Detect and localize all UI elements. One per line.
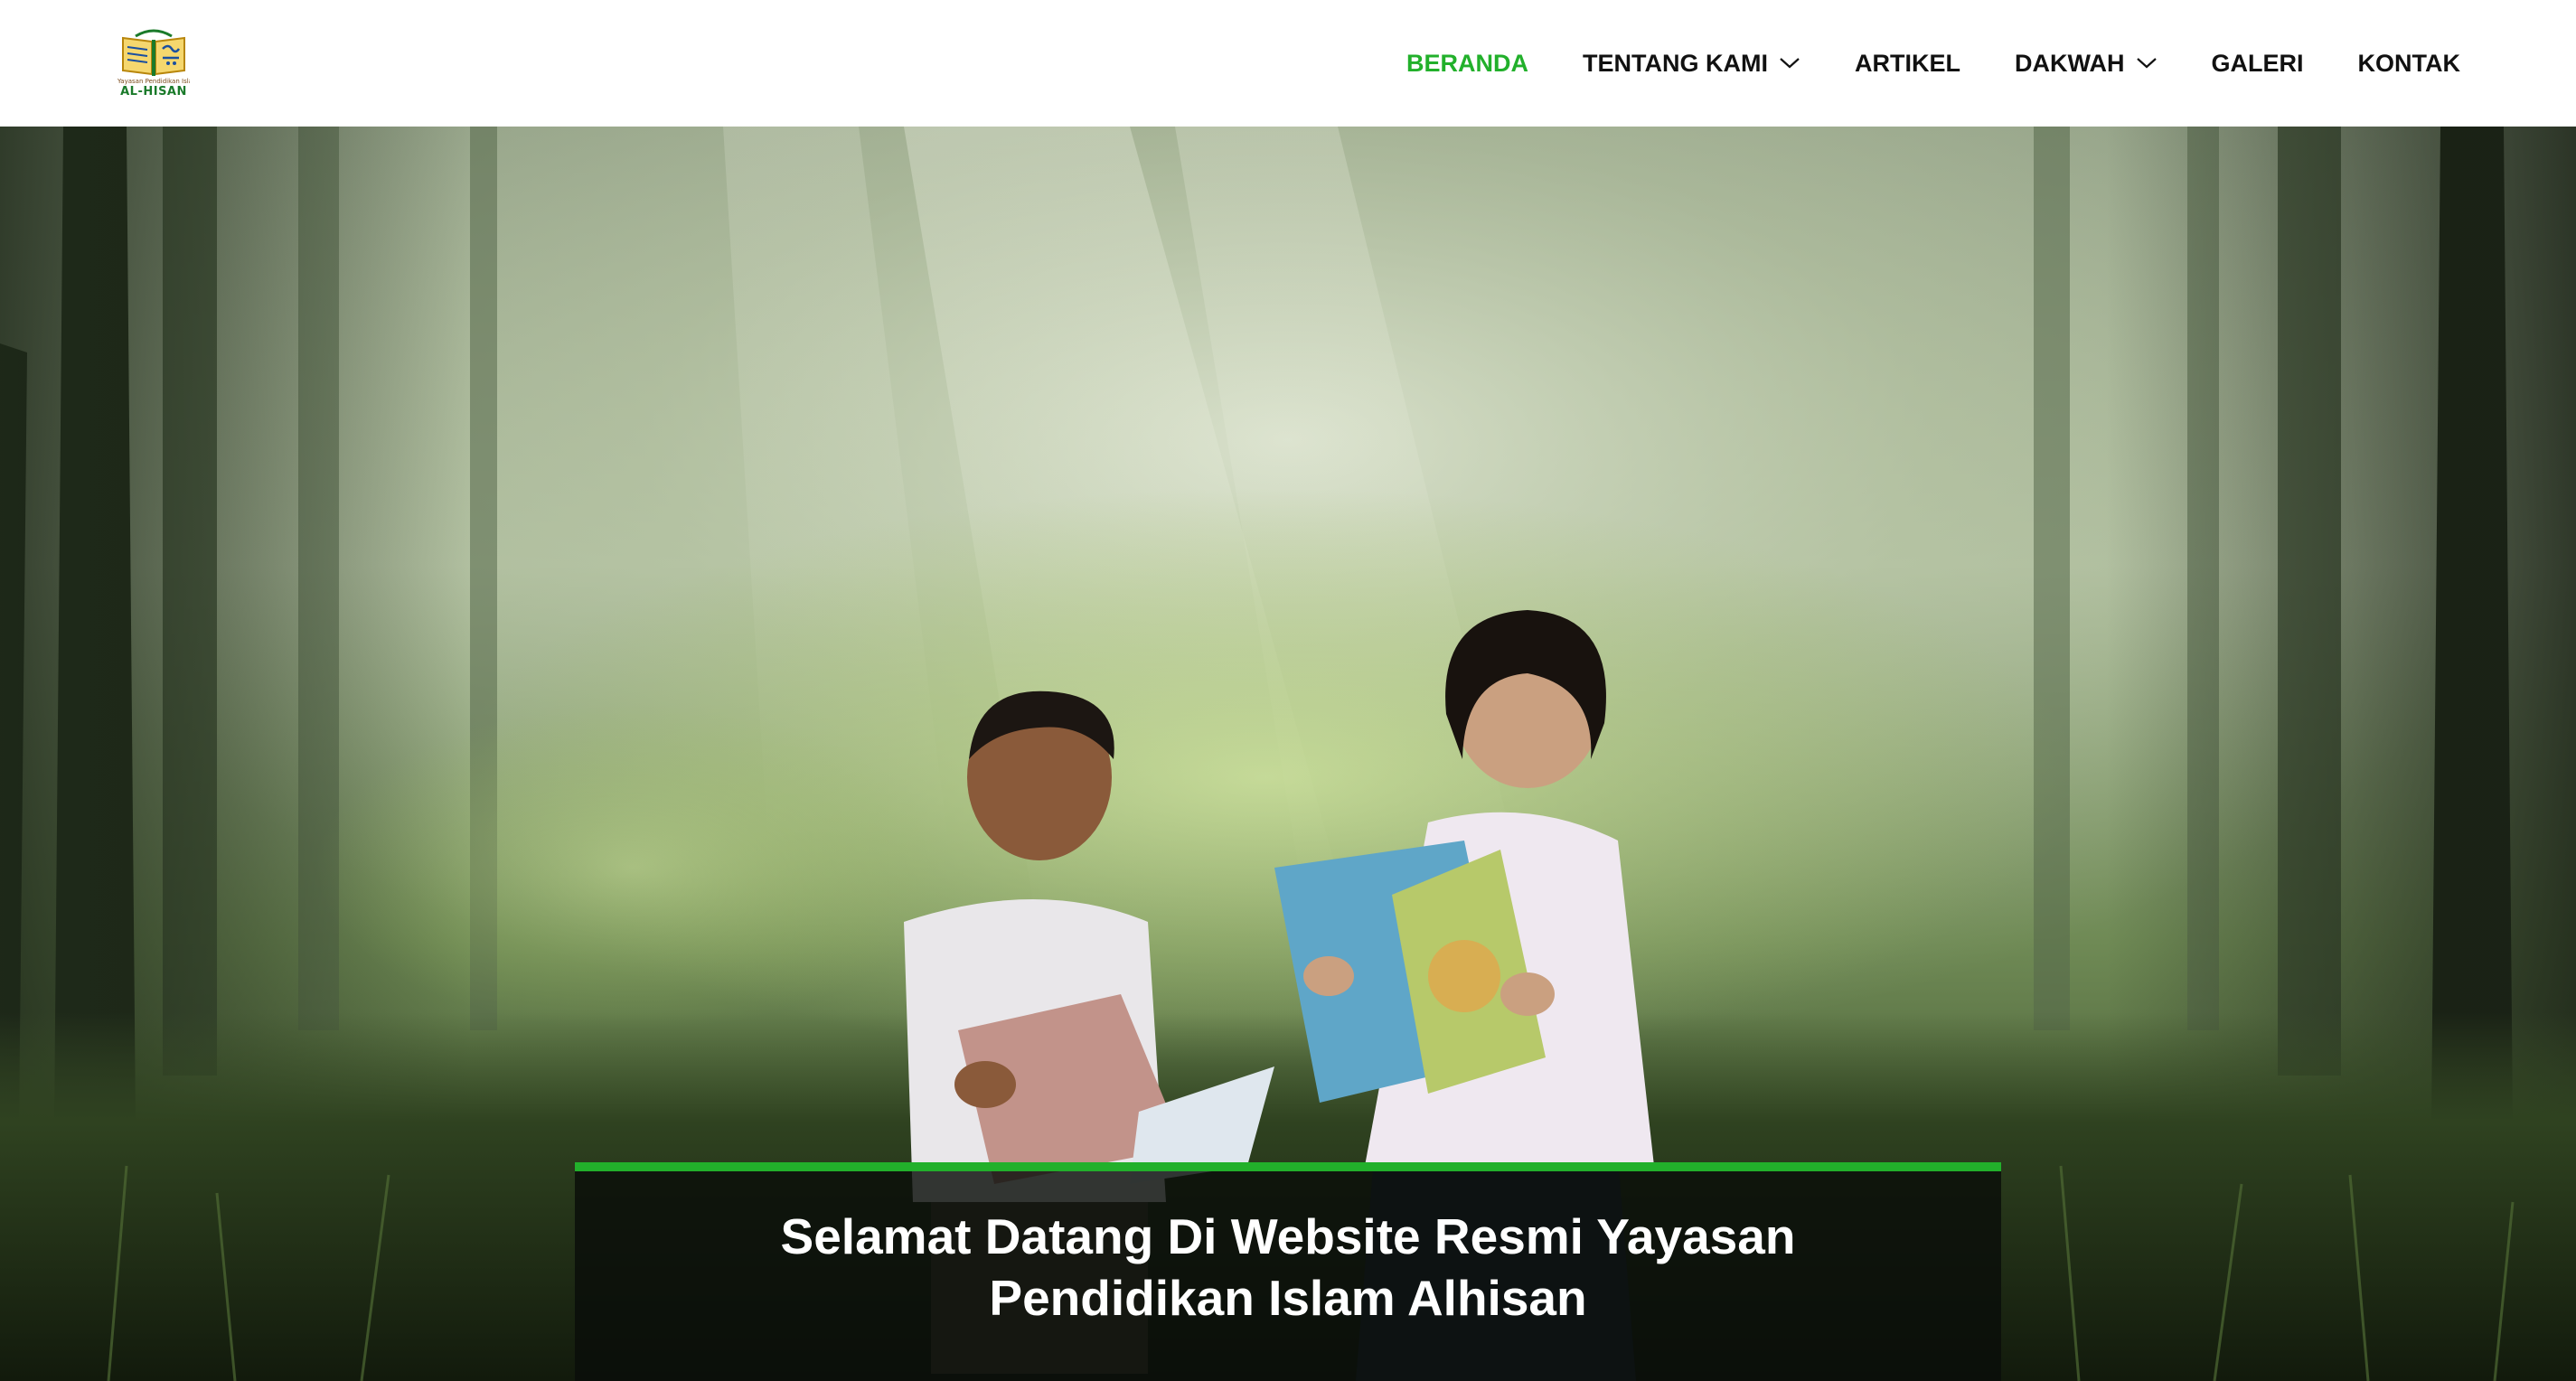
nav-item-label: BERANDA bbox=[1406, 49, 1529, 77]
nav-item-tentang-kami[interactable]: TENTANG KAMI bbox=[1583, 50, 1800, 78]
logo-subtitle: Yayasan Pendidikan Islam bbox=[118, 78, 190, 85]
nav-item-label: DAKWAH bbox=[2015, 49, 2125, 77]
nav-item-label: GALERI bbox=[2211, 49, 2304, 77]
nav-item-label: ARTIKEL bbox=[1855, 49, 1960, 77]
chevron-down-icon bbox=[2136, 57, 2158, 70]
nav-item-beranda[interactable]: BERANDA bbox=[1406, 50, 1528, 78]
chevron-down-icon bbox=[1779, 57, 1800, 70]
site-header: Yayasan Pendidikan Islam AL-HISAN BERAND… bbox=[0, 0, 2576, 127]
open-book-logo-icon bbox=[122, 29, 185, 76]
hero-title: Selamat Datang Di Website Resmi Yayasan … bbox=[780, 1208, 1796, 1326]
nav-item-artikel[interactable]: ARTIKEL bbox=[1855, 50, 1960, 78]
hero-caption-box: Selamat Datang Di Website Resmi Yayasan … bbox=[575, 1162, 2001, 1381]
nav-item-galeri[interactable]: GALERI bbox=[2212, 50, 2304, 78]
nav-item-dakwah[interactable]: DAKWAH bbox=[2015, 50, 2158, 78]
nav-item-kontak[interactable]: KONTAK bbox=[2358, 50, 2460, 78]
nav-item-label: TENTANG KAMI bbox=[1583, 49, 1768, 77]
nav-item-label: KONTAK bbox=[2357, 49, 2460, 77]
logo-name: AL-HISAN bbox=[120, 85, 187, 99]
site-logo[interactable]: Yayasan Pendidikan Islam AL-HISAN bbox=[118, 25, 190, 101]
main-navigation: BERANDA TENTANG KAMI ARTIKEL DAKWAH GALE… bbox=[1406, 0, 2460, 127]
hero-section: Selamat Datang Di Website Resmi Yayasan … bbox=[0, 127, 2576, 1381]
